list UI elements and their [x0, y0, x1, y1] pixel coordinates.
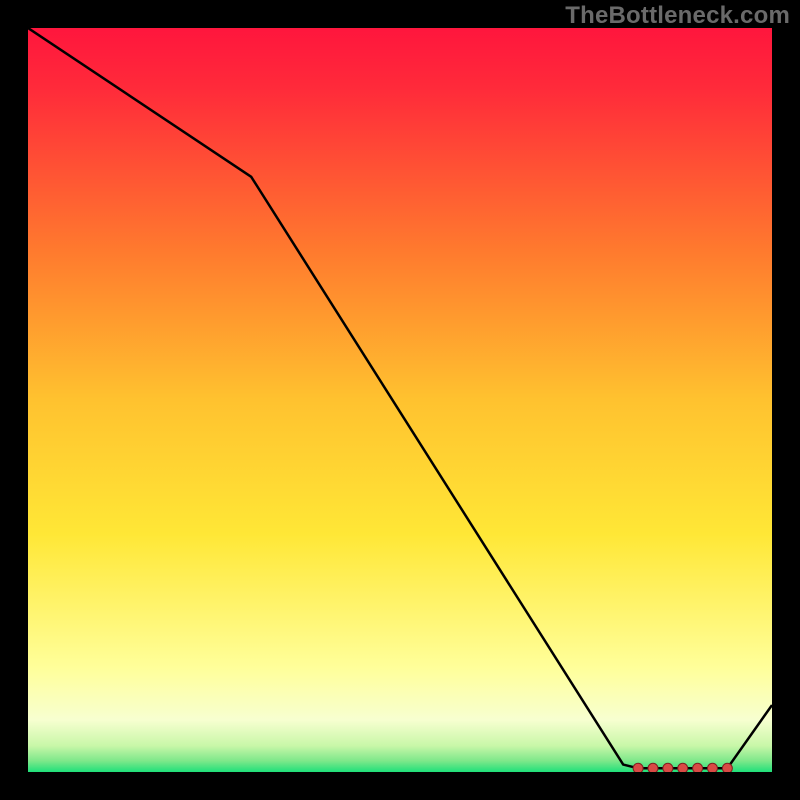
data-marker	[722, 763, 732, 772]
data-marker	[648, 763, 658, 772]
chart-frame: TheBottleneck.com	[0, 0, 800, 800]
data-marker	[663, 763, 673, 772]
chart-svg	[28, 28, 772, 772]
gradient-background	[28, 28, 772, 772]
data-marker	[707, 763, 717, 772]
data-marker	[693, 763, 703, 772]
data-marker	[678, 763, 688, 772]
watermark-text: TheBottleneck.com	[565, 2, 790, 30]
plot-area	[28, 28, 772, 772]
data-marker	[633, 763, 643, 772]
